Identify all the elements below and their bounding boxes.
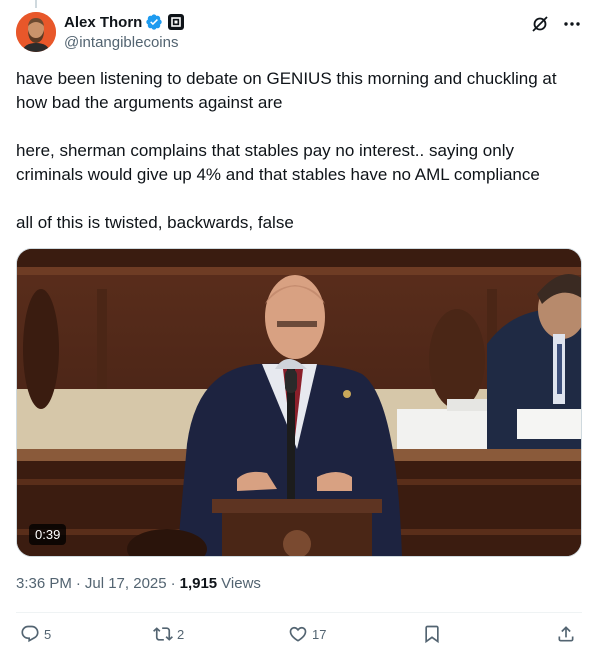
repost-icon bbox=[153, 627, 173, 641]
tweet-header: Alex Thorn @intangiblecoins bbox=[16, 12, 582, 54]
tweet-paragraph: have been listening to debate on GENIUS … bbox=[16, 69, 557, 112]
video-duration: 0:39 bbox=[29, 524, 67, 545]
share-button[interactable] bbox=[556, 624, 576, 644]
display-name[interactable]: Alex Thorn bbox=[64, 14, 142, 31]
tweet-paragraph: here, sherman complains that stables pay… bbox=[16, 141, 540, 184]
reply-icon bbox=[21, 625, 39, 643]
meta-separator: · bbox=[170, 575, 176, 592]
verified-badge-icon bbox=[146, 14, 163, 30]
bookmark-button[interactable] bbox=[422, 624, 442, 644]
views-label: Views bbox=[221, 575, 261, 592]
bookmark-icon bbox=[425, 625, 439, 644]
action-bar: 5 2 17 bbox=[16, 624, 582, 650]
views-count[interactable]: 1,915 bbox=[180, 575, 218, 592]
grok-icon[interactable] bbox=[530, 14, 550, 34]
like-button[interactable]: 17 bbox=[288, 624, 326, 644]
affiliation-badge-icon[interactable] bbox=[168, 14, 185, 30]
like-count: 17 bbox=[312, 626, 327, 642]
user-handle[interactable]: @intangiblecoins bbox=[64, 34, 184, 51]
meta-separator: · bbox=[75, 575, 81, 592]
tweet-time[interactable]: 3:36 PM bbox=[16, 575, 72, 592]
reply-button[interactable]: 5 bbox=[20, 624, 51, 644]
share-icon bbox=[558, 626, 574, 642]
avatar-image bbox=[16, 12, 56, 52]
video-thumbnail bbox=[17, 249, 581, 556]
thread-connector-line bbox=[35, 0, 37, 8]
tweet-paragraph: all of this is twisted, backwards, false bbox=[16, 213, 294, 232]
more-icon[interactable] bbox=[562, 14, 582, 34]
tweet-metadata: 3:36 PM · Jul 17, 2025 · 1,915 Views bbox=[16, 575, 261, 592]
heart-icon bbox=[289, 626, 307, 642]
repost-count: 2 bbox=[177, 626, 185, 642]
repost-button[interactable]: 2 bbox=[153, 624, 184, 644]
video-player[interactable]: 0:39 bbox=[16, 248, 582, 557]
divider bbox=[16, 612, 582, 613]
tweet-date[interactable]: Jul 17, 2025 bbox=[85, 575, 167, 592]
avatar[interactable] bbox=[16, 12, 56, 52]
tweet-text: have been listening to debate on GENIUS … bbox=[16, 67, 582, 235]
reply-count: 5 bbox=[44, 626, 52, 642]
